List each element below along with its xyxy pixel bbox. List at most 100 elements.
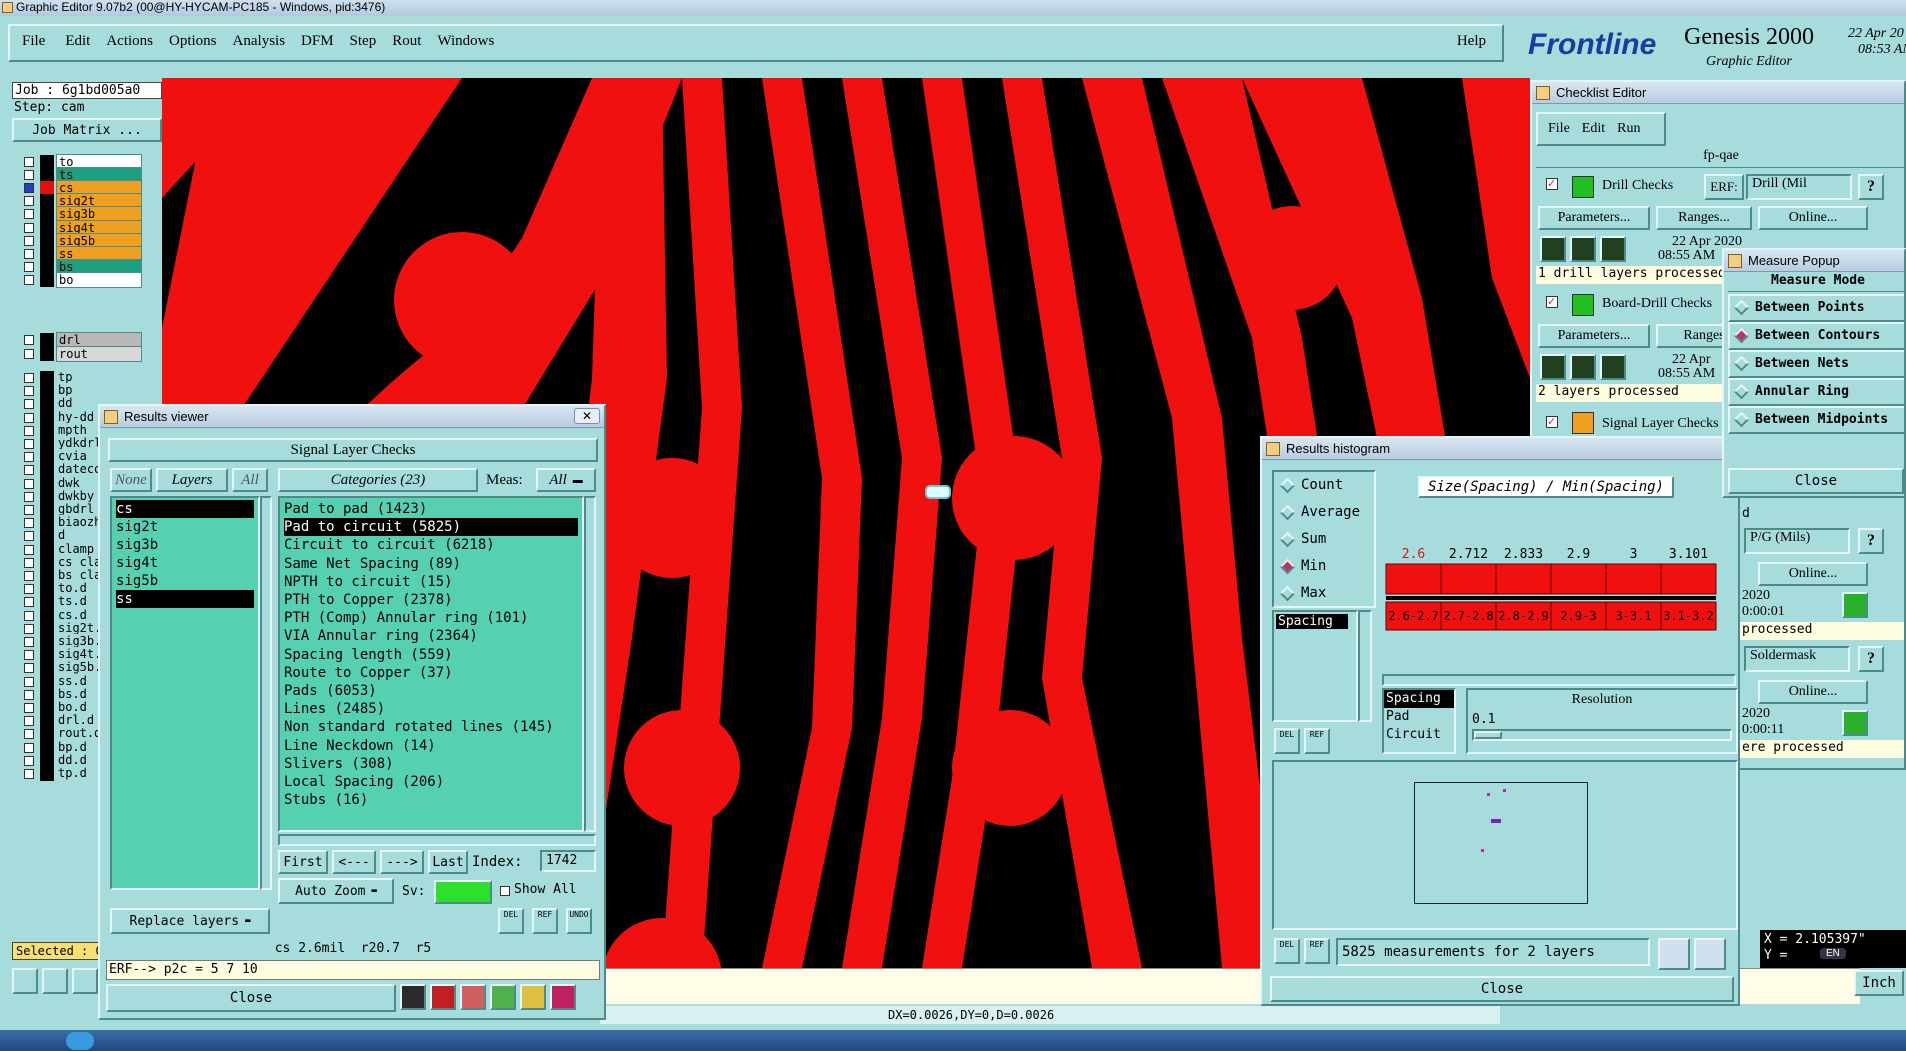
category-item[interactable]: Route to Copper (37)	[284, 664, 578, 682]
mode-option-max[interactable]: Max	[1274, 580, 1374, 607]
board-parameters-button[interactable]: Parameters...	[1538, 324, 1650, 348]
category-item[interactable]: Pads (6053)	[284, 682, 578, 700]
board-drill-enable[interactable]: ✓	[1546, 296, 1558, 308]
measure-option[interactable]: Between Points	[1728, 294, 1904, 322]
layer-checkbox[interactable]	[24, 557, 34, 568]
layer-checkbox[interactable]	[24, 209, 34, 220]
layers-button[interactable]: Layers	[156, 468, 228, 492]
resolution-slider[interactable]	[1472, 729, 1732, 741]
drill-parameters-button[interactable]: Parameters...	[1538, 206, 1650, 230]
spacing-list[interactable]: Spacing	[1272, 610, 1358, 722]
result-layer-item[interactable]: sig2t	[116, 518, 254, 536]
category-item[interactable]: Pad to circuit (5825)	[284, 518, 578, 537]
category-item[interactable]: Slivers (308)	[284, 755, 578, 773]
size-list-item[interactable]: Spacing	[1384, 690, 1454, 708]
size-list-item[interactable]: Circuit	[1384, 726, 1454, 744]
category-item[interactable]: Local Spacing (206)	[284, 773, 578, 791]
auto-zoom-select[interactable]: Auto Zoom ▬	[278, 878, 394, 904]
meas-select[interactable]: All ▬	[536, 468, 596, 492]
run-all-icon[interactable]	[1570, 236, 1596, 262]
category-item[interactable]: Pad to pad (1423)	[284, 500, 578, 518]
layer-checkbox[interactable]	[24, 597, 34, 608]
result-layer-item[interactable]: ss	[116, 590, 254, 608]
grid-tool-icon[interactable]	[72, 968, 98, 994]
layer-checkbox[interactable]	[24, 274, 34, 285]
prev-button[interactable]: <---	[332, 850, 376, 874]
run-icon[interactable]	[1540, 236, 1566, 262]
menu-file[interactable]: File	[22, 33, 45, 50]
result-layer-item[interactable]: sig4t	[116, 554, 254, 572]
zoom-icon-2[interactable]	[1842, 710, 1868, 736]
close-icon[interactable]: ✕	[574, 408, 600, 424]
mode-option-average[interactable]: Average	[1274, 499, 1374, 526]
menu-rout[interactable]: Rout	[392, 33, 421, 50]
result-layer-item[interactable]: cs	[116, 500, 254, 518]
export-icon[interactable]	[1658, 938, 1690, 970]
histogram-hscroll[interactable]	[1382, 674, 1736, 686]
signal-check-enable[interactable]: ✓	[1546, 416, 1558, 428]
checklist-menu-edit[interactable]: Edit	[1582, 121, 1605, 137]
category-item[interactable]: Circuit to circuit (6218)	[284, 536, 578, 554]
layer-checkbox[interactable]	[24, 703, 34, 713]
layer-checkbox[interactable]	[24, 518, 34, 529]
help-icon-3[interactable]: ?	[1858, 646, 1884, 672]
soldermask-field[interactable]: Soldermask	[1744, 646, 1850, 672]
layer-checkbox[interactable]	[24, 571, 34, 581]
measure-option[interactable]: Annular Ring	[1728, 378, 1904, 406]
index-input[interactable]: 1742	[540, 850, 596, 872]
report-icon[interactable]	[490, 984, 516, 1010]
start-icon[interactable]	[66, 1032, 94, 1050]
layer-checkbox[interactable]	[24, 755, 34, 766]
select-tool-icon[interactable]	[12, 968, 38, 994]
layer-checkbox[interactable]	[24, 689, 34, 700]
drill-check-enable[interactable]: ✓	[1546, 178, 1558, 190]
menu-options[interactable]: Options	[169, 33, 217, 50]
measure-option[interactable]: Between Nets	[1728, 350, 1904, 378]
layer-checkbox[interactable]	[24, 676, 34, 687]
menu-edit[interactable]: Edit	[65, 33, 90, 50]
histogram-bar[interactable]	[1440, 563, 1497, 595]
layer-checkbox[interactable]	[24, 235, 34, 246]
mode-option-count[interactable]: Count	[1274, 472, 1374, 499]
layer-checkbox[interactable]	[24, 584, 34, 595]
layer-checkbox[interactable]	[24, 196, 34, 207]
category-item[interactable]: NPTH to circuit (15)	[284, 573, 578, 591]
help-icon[interactable]: ?	[1858, 174, 1884, 200]
histogram-del-icon-2[interactable]: DEL	[1274, 938, 1300, 964]
layer-checkbox[interactable]	[24, 261, 34, 272]
histogram-bar[interactable]	[1605, 563, 1662, 595]
result-layer-item[interactable]: sig5b	[116, 572, 254, 590]
clear-icon[interactable]	[460, 984, 486, 1010]
layer-checkbox[interactable]	[24, 465, 34, 476]
layer-checkbox[interactable]	[24, 637, 34, 647]
histogram-icon[interactable]	[550, 984, 576, 1010]
category-item[interactable]: Lines (2485)	[284, 700, 578, 718]
next-button[interactable]: --->	[380, 850, 424, 874]
histogram-del-icon[interactable]: DEL	[1274, 728, 1300, 754]
results-close-button[interactable]: Close	[106, 984, 396, 1012]
mode-option-sum[interactable]: Sum	[1274, 526, 1374, 553]
erf-value-field[interactable]: Drill (Mil	[1746, 174, 1852, 200]
layer-checkbox[interactable]	[24, 505, 34, 515]
help-icon-2[interactable]: ?	[1858, 528, 1884, 554]
online-button-3[interactable]: Online...	[1758, 680, 1868, 704]
layer-checkbox[interactable]	[24, 222, 34, 233]
categories-button[interactable]: Categories (23)	[278, 468, 478, 492]
layer-list[interactable]: cs sig2t sig3b sig4t sig5b ss	[110, 496, 260, 890]
ref-icon[interactable]: REF	[532, 908, 558, 934]
histogram-close-button[interactable]: Close	[1270, 976, 1734, 1002]
measure-tool-icon[interactable]	[42, 968, 68, 994]
run-all-icon[interactable]	[1570, 354, 1596, 380]
layer-checkbox[interactable]	[24, 769, 34, 779]
histogram-bar[interactable]	[1550, 563, 1607, 595]
pg-field[interactable]: P/G (Mils)	[1744, 528, 1850, 554]
mark-icon[interactable]	[430, 984, 456, 1010]
layer-checkbox[interactable]	[24, 610, 34, 621]
categories-hscroll[interactable]	[278, 834, 596, 846]
layer-list-scrollbar[interactable]	[260, 496, 272, 890]
chart-icon[interactable]	[1694, 938, 1726, 970]
all-button[interactable]: All	[232, 468, 268, 492]
measure-option[interactable]: Between Midpoints	[1728, 406, 1904, 434]
result-layer-item[interactable]: sig3b	[116, 536, 254, 554]
first-button[interactable]: First	[278, 850, 328, 874]
